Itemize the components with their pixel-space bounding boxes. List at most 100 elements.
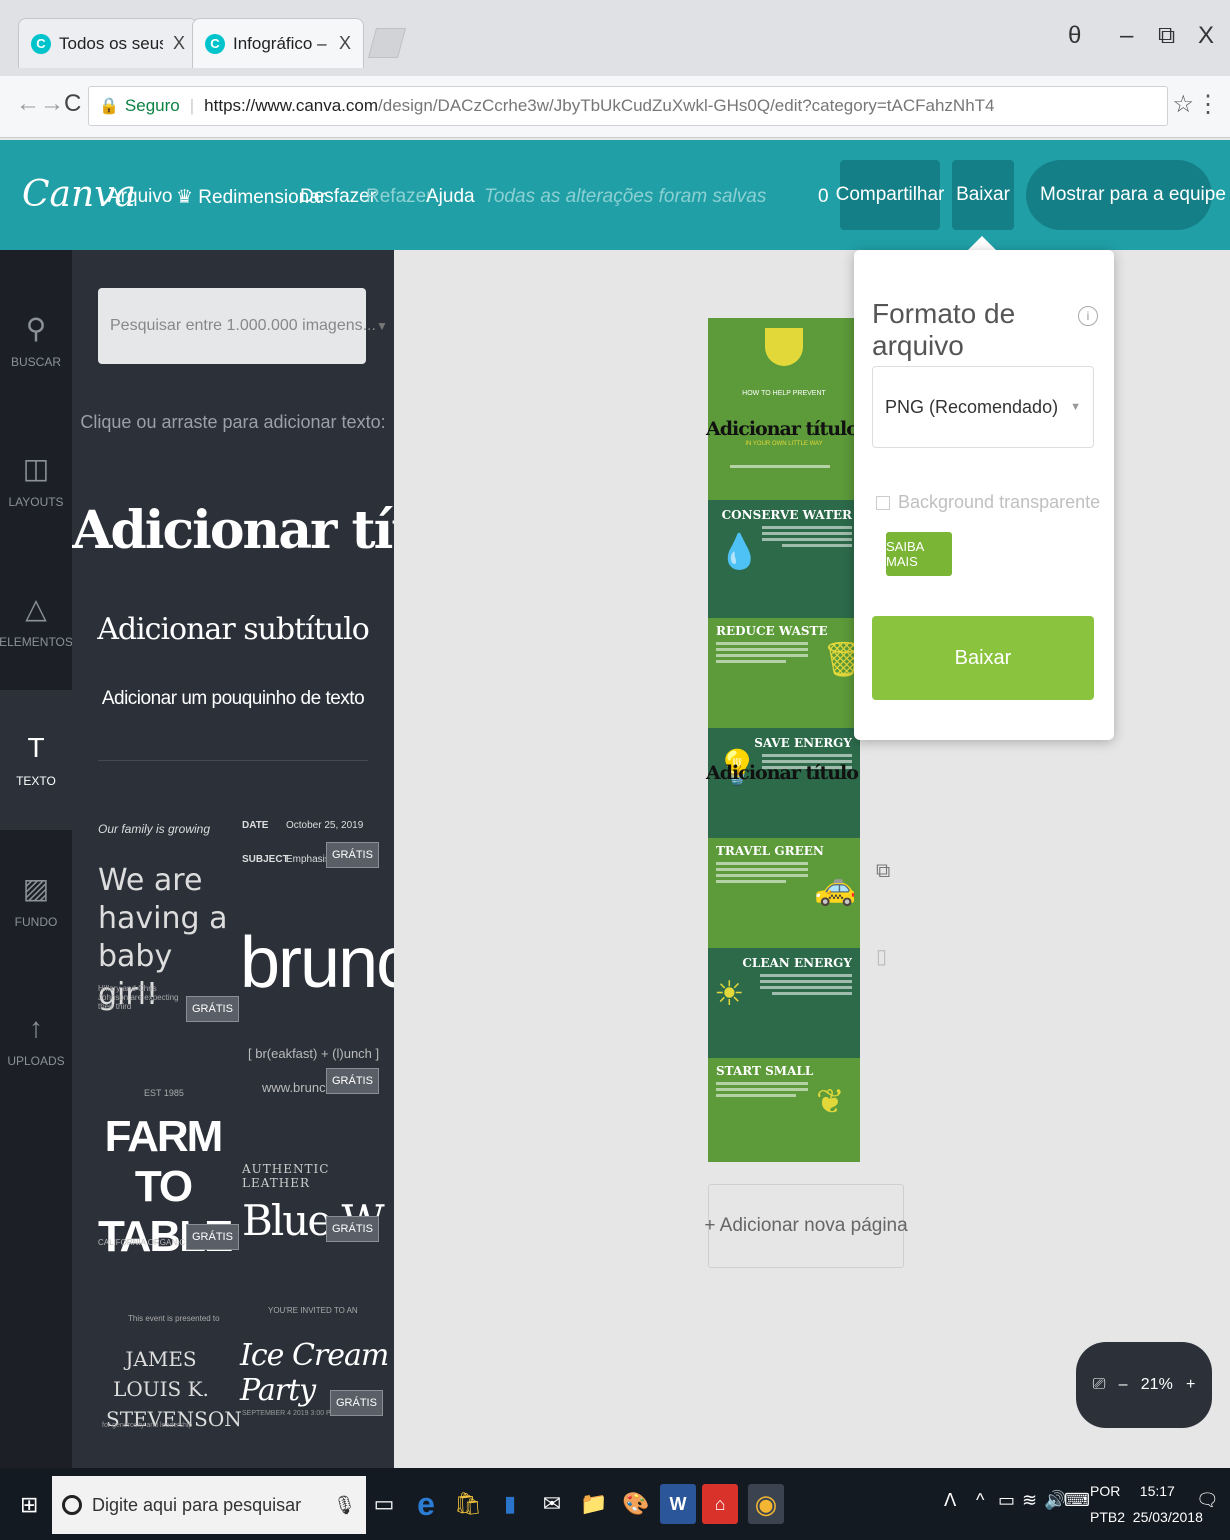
restore-icon[interactable]: ⧉	[1158, 22, 1175, 50]
present-icon[interactable]: ⎚	[1093, 1376, 1106, 1394]
file-format-value: PNG (Recomendado)	[885, 396, 1059, 417]
infographic-section: TRAVEL GREEN 🚕	[708, 838, 860, 948]
rail-text[interactable]: T TEXTO	[0, 690, 72, 830]
free-badge: GRÁTIS	[330, 1390, 383, 1416]
paint-icon[interactable]: 🎨	[618, 1484, 654, 1524]
download-popover: Formato de arquivo i PNG (Recomendado) ▼…	[854, 250, 1114, 740]
close-window-icon[interactable]: X	[1198, 22, 1214, 50]
minimize-icon[interactable]: –	[1120, 22, 1133, 50]
popover-title: Formato de arquivo	[872, 298, 1016, 361]
canva-favicon-icon: C	[31, 33, 51, 54]
panel-hint: Clique ou arraste para adicionar texto:	[80, 412, 386, 432]
lock-icon: 🔒	[99, 98, 119, 115]
profile-icon[interactable]: θ	[1068, 22, 1081, 50]
image-search-input[interactable]: Pesquisar entre 1.000.000 imagens... ▼	[98, 288, 388, 364]
secure-label: Seguro	[124, 96, 180, 115]
menu-help[interactable]: Ajuda	[426, 186, 475, 208]
rail-label: UPLOADS	[7, 1054, 65, 1068]
edge-icon[interactable]: e	[408, 1484, 444, 1524]
store-icon[interactable]: 🛍	[450, 1484, 486, 1524]
show-team-button[interactable]: Mostrar para a equipe	[1026, 160, 1226, 230]
zoom-out-button[interactable]: –	[1119, 1376, 1128, 1394]
download-button[interactable]: Baixar	[952, 160, 1014, 230]
rail-label: TEXTO	[16, 774, 56, 788]
zoom-in-button[interactable]: +	[1186, 1376, 1195, 1394]
add-body-text-button[interactable]: Adicionar um pouquinho de texto	[72, 688, 394, 710]
rail-search[interactable]: ⚲ BUSCAR	[0, 270, 72, 410]
background-icon: ▨	[22, 872, 50, 904]
confirm-download-button[interactable]: Baixar	[872, 616, 1094, 700]
acrobat-icon[interactable]: ⌂	[702, 1484, 738, 1524]
infographic-title-overlay[interactable]: Adicionar título	[706, 418, 859, 440]
app-icon[interactable]: ▮	[492, 1484, 528, 1524]
taskbar-clock[interactable]: POR 15:17 PTB2 25/03/2018	[1090, 1478, 1203, 1530]
menu-redo[interactable]: Refazer	[366, 186, 433, 208]
chrome-icon[interactable]: ◉	[748, 1484, 784, 1524]
template-text: [ br(eakfast) + (l)unch ]	[248, 1046, 380, 1061]
earth-icon	[765, 328, 803, 366]
menu-file[interactable]: Arquivo	[108, 186, 172, 208]
rail-uploads[interactable]: ↑ UPLOADS	[0, 970, 72, 1110]
tray-arrow-icon[interactable]: ^	[976, 1490, 984, 1511]
water-drop-icon: 💧	[718, 533, 761, 571]
zoom-control: ⎚ – 21% +	[1076, 1342, 1212, 1428]
rail-label: FUNDO	[14, 914, 58, 929]
wifi-icon[interactable]: ≋	[1022, 1490, 1037, 1511]
browser-tab-infografico[interactable]: C Infográfico – o X	[192, 18, 364, 68]
rail-layouts[interactable]: ◫ LAYOUTS	[0, 410, 72, 550]
people-icon[interactable]: ᐱ	[944, 1490, 956, 1511]
browser-tab-bar: C Todos os seus designs - X C Infográfic…	[0, 0, 1230, 76]
zoom-level[interactable]: 21%	[1141, 1376, 1173, 1394]
microphone-icon[interactable]: 🎙	[333, 1495, 356, 1516]
rail-elements[interactable]: △ ELEMENTOS	[0, 550, 73, 690]
mail-icon[interactable]: ✉	[534, 1484, 570, 1524]
rail-label: LAYOUTS	[8, 494, 64, 509]
search-placeholder: Pesquisar entre 1.000.000 imagens...	[110, 317, 376, 334]
share-button[interactable]: Compartilhar	[836, 160, 944, 230]
template-text: This event is presented to	[128, 1314, 220, 1323]
infographic-section: REDUCE WASTE 🗑	[708, 618, 860, 728]
upload-icon: ↑	[29, 1012, 43, 1043]
file-format-select[interactable]: PNG (Recomendado) ▼	[872, 366, 1094, 448]
keyboard-layout: PTB2	[1090, 1509, 1126, 1525]
new-tab-button[interactable]	[367, 28, 407, 58]
menu-undo[interactable]: Desfazer	[300, 186, 376, 208]
taskbar-search-input[interactable]: Digite aqui para pesquisar 🎙	[52, 1476, 366, 1534]
add-subtitle-button[interactable]: Adicionar subtítulo	[72, 612, 394, 647]
template-text: for generosity and leadership	[102, 1422, 193, 1429]
template-text: JAMES LOUIS K. STEVENSON	[106, 1347, 242, 1431]
browser-menu-icon[interactable]: ⋮	[1196, 90, 1220, 119]
infographic-title-overlay[interactable]: Adicionar título	[706, 762, 859, 784]
word-icon[interactable]: W	[660, 1484, 696, 1524]
learn-more-button[interactable]: SAIBA MAIS	[886, 532, 952, 576]
add-title-button[interactable]: Adicionar título	[72, 500, 394, 561]
windows-start-icon[interactable]: ⊞	[20, 1492, 38, 1518]
browser-tab-designs[interactable]: C Todos os seus designs - X	[18, 18, 198, 68]
infographic-page[interactable]: HOW TO HELP PREVENT IN YOUR OWN LITTLE W…	[708, 318, 860, 1162]
task-view-icon[interactable]: ▭	[366, 1484, 402, 1524]
rail-background[interactable]: ▨ FUNDO	[0, 830, 72, 970]
tab-close-icon[interactable]: X	[173, 33, 185, 54]
infographic-section: CONSERVE WATER 💧	[708, 502, 860, 616]
template-text: CALIFORNIA ORGANIC	[98, 1238, 186, 1247]
delete-page-icon[interactable]: ▯	[876, 944, 887, 969]
transparent-background-checkbox[interactable]: Background transparente	[876, 492, 1100, 513]
template-text: SUBJECT	[242, 854, 289, 865]
info-icon[interactable]: i	[1078, 306, 1098, 326]
chevron-down-icon[interactable]: ▼	[376, 319, 388, 333]
tab-close-icon[interactable]: X	[339, 33, 351, 54]
template-text: Hillary and Chris Johnson are expecting …	[98, 984, 179, 1011]
battery-icon[interactable]: ▭	[998, 1490, 1015, 1511]
reload-icon[interactable]: C	[64, 90, 81, 118]
car-icon: 🚕	[814, 869, 857, 907]
comment-count[interactable]: 0	[818, 186, 829, 208]
add-page-button[interactable]: + Adicionar nova página	[704, 1184, 908, 1268]
keyboard-icon[interactable]: ⌨	[1064, 1490, 1090, 1511]
notifications-icon[interactable]: 🗨	[1196, 1490, 1219, 1511]
forward-icon[interactable]: →	[40, 90, 64, 118]
bookmark-star-icon[interactable]: ☆	[1172, 90, 1194, 119]
back-icon[interactable]: ←	[16, 90, 40, 118]
url-field[interactable]: 🔒 Seguro | https://www.canva.com /design…	[88, 86, 1168, 126]
file-explorer-icon[interactable]: 📁	[576, 1484, 612, 1524]
copy-page-icon[interactable]: ⧉	[876, 860, 890, 883]
